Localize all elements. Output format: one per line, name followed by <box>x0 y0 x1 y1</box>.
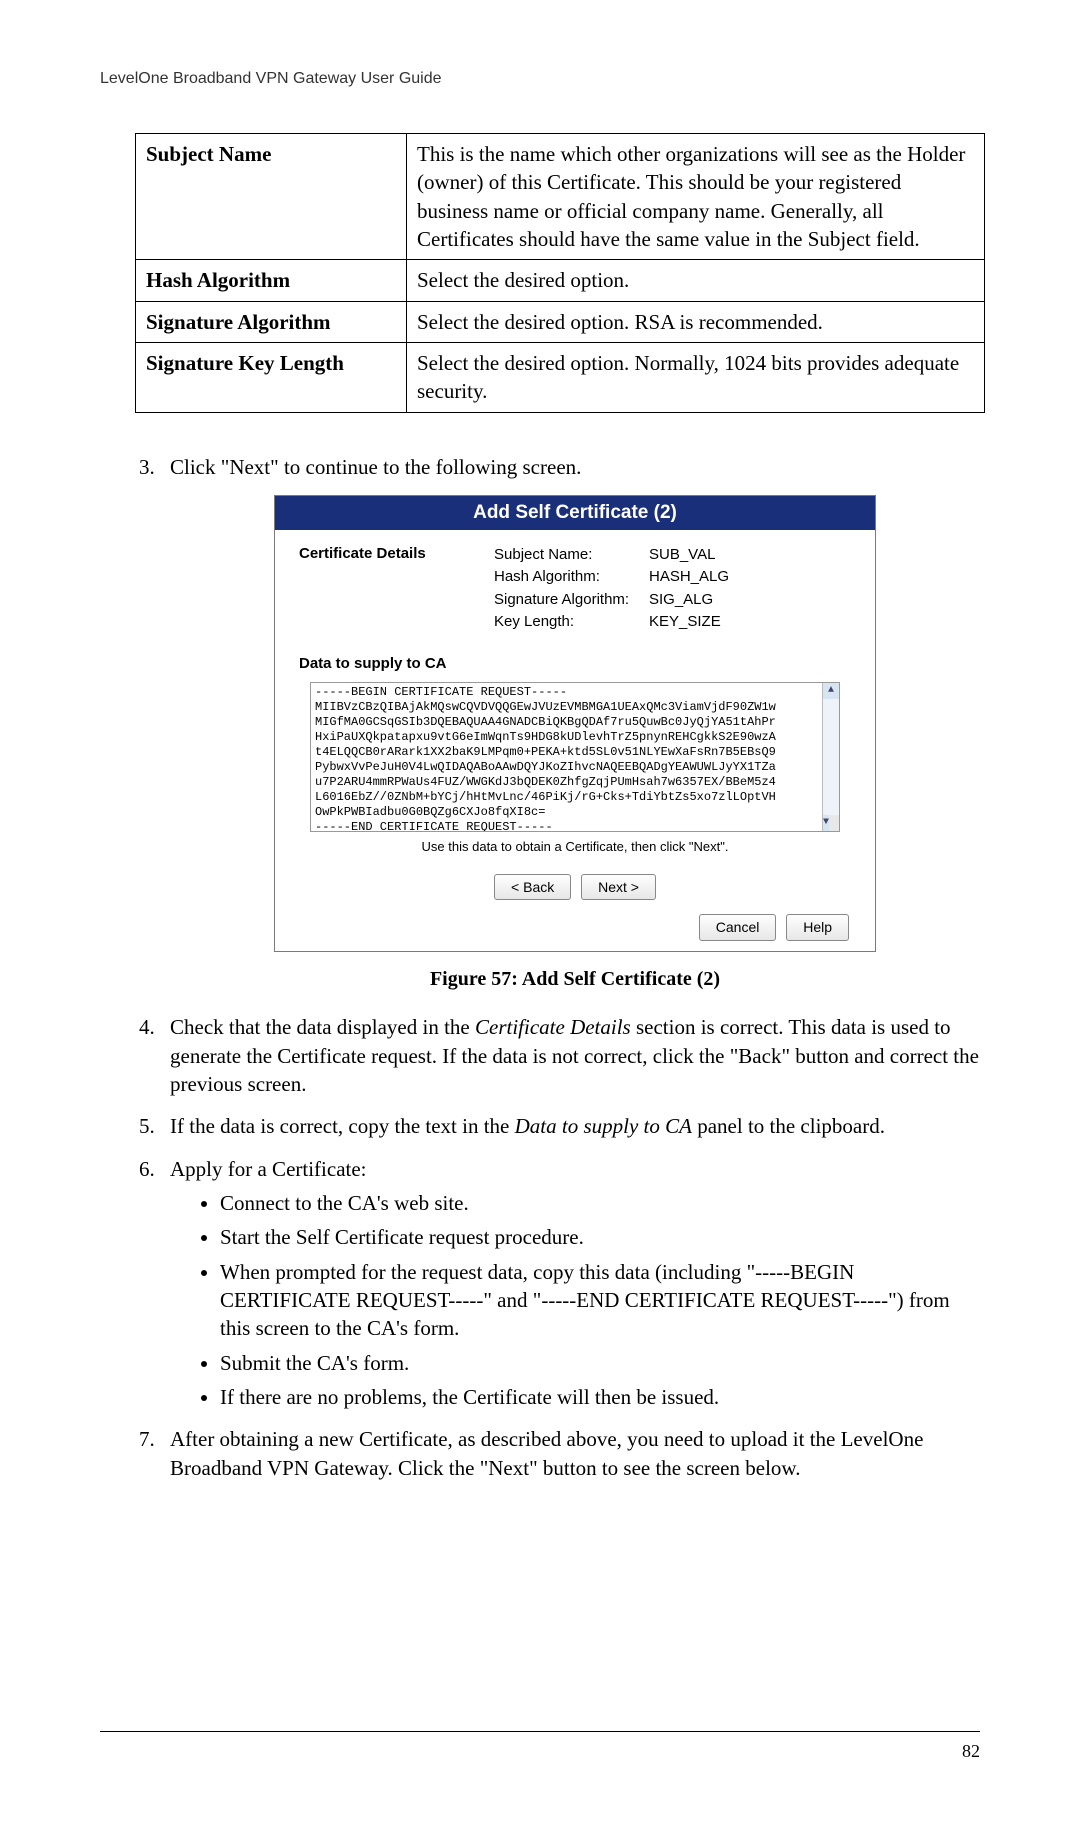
bullet-item: When prompted for the request data, copy… <box>220 1258 980 1343</box>
step-5: If the data is correct, copy the text in… <box>160 1112 980 1140</box>
table-row: Signature Key Length Select the desired … <box>136 343 985 413</box>
param-desc: Select the desired option. Normally, 102… <box>407 343 985 413</box>
scroll-track[interactable] <box>823 699 839 815</box>
param-label: Subject Name <box>136 134 407 260</box>
scrollbar[interactable]: ▲▼ <box>822 683 839 831</box>
hint-text: Use this data to obtain a Certificate, t… <box>299 838 851 856</box>
step-4: Check that the data displayed in the Cer… <box>160 1013 980 1098</box>
param-label: Hash Algorithm <box>136 260 407 301</box>
field-val: KEY_SIZE <box>649 613 721 630</box>
next-button[interactable]: Next > <box>581 874 656 901</box>
step6-bullets: Connect to the CA's web site. Start the … <box>170 1189 980 1411</box>
table-row: Subject Name This is the name which othe… <box>136 134 985 260</box>
add-self-cert-dialog: Add Self Certificate (2) Certificate Det… <box>274 495 876 952</box>
steps-list: Click "Next" to continue to the followin… <box>100 453 980 1482</box>
field-key: Subject Name: <box>494 544 649 567</box>
bullet-item: Start the Self Certificate request proce… <box>220 1223 980 1251</box>
step-6: Apply for a Certificate: Connect to the … <box>160 1155 980 1412</box>
step-7: After obtaining a new Certificate, as de… <box>160 1425 980 1482</box>
italic-term: Data to supply to CA <box>515 1114 692 1138</box>
bullet-item: Connect to the CA's web site. <box>220 1189 980 1217</box>
dialog-title: Add Self Certificate (2) <box>275 496 875 530</box>
scroll-down-icon[interactable]: ▼ <box>823 815 829 831</box>
scroll-up-icon[interactable]: ▲ <box>823 683 839 699</box>
data-supply-label: Data to supply to CA <box>299 654 851 674</box>
field-key: Signature Algorithm: <box>494 589 649 612</box>
param-desc: This is the name which other organizatio… <box>407 134 985 260</box>
step-3: Click "Next" to continue to the followin… <box>160 453 980 994</box>
parameter-table: Subject Name This is the name which othe… <box>135 133 985 413</box>
figure-caption: Figure 57: Add Self Certificate (2) <box>170 966 980 993</box>
page-number: 82 <box>962 1741 980 1762</box>
nav-button-row: < Back Next > <box>299 872 851 901</box>
action-button-row: Cancel Help <box>299 912 851 941</box>
csr-text: -----BEGIN CERTIFICATE REQUEST----- MIIB… <box>315 685 776 832</box>
page: LevelOne Broadband VPN Gateway User Guid… <box>0 0 1080 1822</box>
csr-textarea[interactable]: -----BEGIN CERTIFICATE REQUEST----- MIIB… <box>310 682 840 832</box>
cert-details-section: Certificate Details Subject Name:SUB_VAL… <box>299 544 851 634</box>
field-key: Key Length: <box>494 611 649 634</box>
bullet-item: Submit the CA's form. <box>220 1349 980 1377</box>
cancel-button[interactable]: Cancel <box>699 914 777 941</box>
param-label: Signature Key Length <box>136 343 407 413</box>
back-button[interactable]: < Back <box>494 874 571 901</box>
field-val: SUB_VAL <box>649 546 715 563</box>
cert-details-label: Certificate Details <box>299 544 494 634</box>
table-row: Hash Algorithm Select the desired option… <box>136 260 985 301</box>
table-row: Signature Algorithm Select the desired o… <box>136 301 985 342</box>
param-desc: Select the desired option. RSA is recomm… <box>407 301 985 342</box>
dialog-body: Certificate Details Subject Name:SUB_VAL… <box>275 530 875 952</box>
help-button[interactable]: Help <box>786 914 849 941</box>
cert-details-values: Subject Name:SUB_VAL Hash Algorithm:HASH… <box>494 544 729 634</box>
field-key: Hash Algorithm: <box>494 566 649 589</box>
bullet-item: If there are no problems, the Certificat… <box>220 1383 980 1411</box>
italic-term: Certificate Details <box>475 1015 631 1039</box>
field-val: SIG_ALG <box>649 591 713 608</box>
running-header: LevelOne Broadband VPN Gateway User Guid… <box>100 70 980 88</box>
field-val: HASH_ALG <box>649 568 729 585</box>
footer-rule <box>100 1731 980 1732</box>
param-desc: Select the desired option. <box>407 260 985 301</box>
param-label: Signature Algorithm <box>136 301 407 342</box>
